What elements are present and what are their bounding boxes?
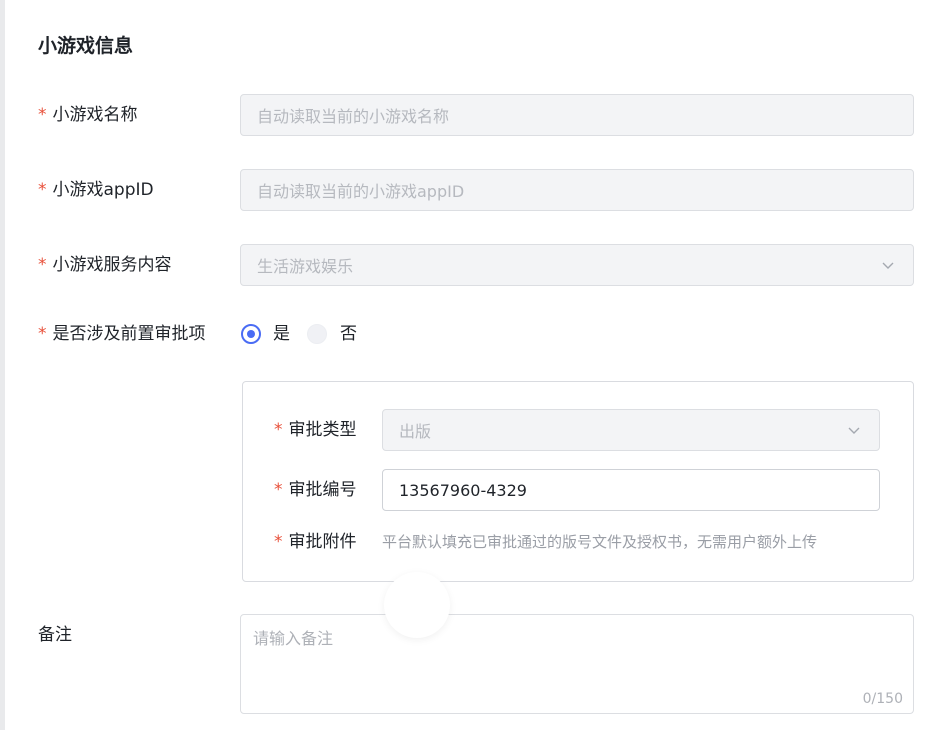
pre-approval-label: * 是否涉及前置审批项 bbox=[38, 324, 206, 344]
remark-label: 备注 bbox=[38, 625, 72, 645]
game-name-input[interactable]: 自动读取当前的小游戏名称 bbox=[240, 94, 914, 136]
chevron-down-icon bbox=[882, 262, 894, 269]
radio-yes-label[interactable]: 是 bbox=[273, 322, 290, 346]
required-mark: * bbox=[274, 420, 283, 440]
name-label: * 小游戏名称 bbox=[38, 105, 138, 125]
game-name-placeholder: 自动读取当前的小游戏名称 bbox=[257, 107, 450, 126]
remark-textarea[interactable]: 请输入备注 0/150 bbox=[240, 614, 914, 714]
approval-attachment-hint: 平台默认填充已审批通过的版号文件及授权书，无需用户额外上传 bbox=[382, 533, 818, 551]
radio-yes[interactable] bbox=[241, 324, 261, 344]
approval-number-label: * 审批编号 bbox=[274, 480, 357, 500]
required-mark: * bbox=[274, 480, 283, 500]
game-appid-placeholder: 自动读取当前的小游戏appID bbox=[257, 182, 465, 201]
appid-label: * 小游戏appID bbox=[38, 180, 154, 200]
approval-type-select[interactable]: 出版 bbox=[382, 409, 880, 451]
required-mark: * bbox=[38, 324, 47, 344]
required-mark: * bbox=[274, 532, 283, 552]
approval-attachment-label: * 审批附件 bbox=[274, 532, 357, 552]
approval-number-input[interactable]: 13567960-4329 bbox=[382, 469, 880, 511]
game-appid-input[interactable]: 自动读取当前的小游戏appID bbox=[240, 169, 914, 211]
service-content-select[interactable]: 生活游戏娱乐 bbox=[240, 244, 914, 286]
required-mark: * bbox=[38, 105, 47, 125]
section-title: 小游戏信息 bbox=[38, 35, 134, 57]
form-page: 小游戏信息 * 小游戏名称 自动读取当前的小游戏名称 * 小游戏appID 自动读取… bbox=[0, 0, 938, 730]
chevron-down-icon bbox=[848, 427, 860, 434]
required-mark: * bbox=[38, 180, 47, 200]
required-mark: * bbox=[38, 255, 47, 275]
service-content-value: 生活游戏娱乐 bbox=[257, 257, 354, 276]
radio-no[interactable] bbox=[307, 324, 327, 344]
floating-circle-overlay bbox=[384, 572, 450, 638]
remark-placeholder: 请输入备注 bbox=[253, 629, 334, 648]
left-edge-divider bbox=[0, 0, 5, 730]
service-label: * 小游戏服务内容 bbox=[38, 255, 172, 275]
approval-number-value: 13567960-4329 bbox=[399, 480, 527, 500]
remark-char-counter: 0/150 bbox=[862, 691, 903, 707]
approval-type-label: * 审批类型 bbox=[274, 420, 357, 440]
approval-type-value: 出版 bbox=[399, 422, 432, 441]
radio-no-label[interactable]: 否 bbox=[340, 322, 357, 346]
